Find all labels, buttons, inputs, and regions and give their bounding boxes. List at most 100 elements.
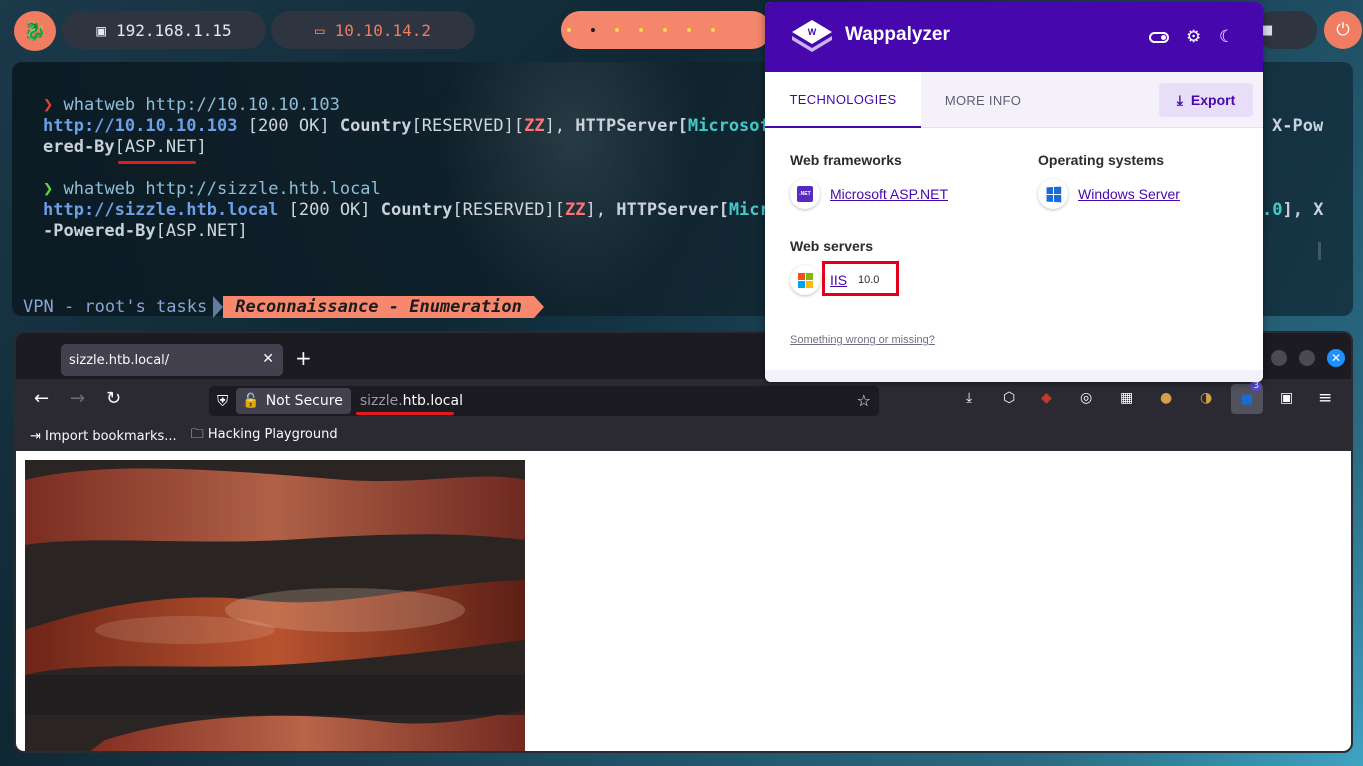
hamburger-menu-icon[interactable]: ≡ (1318, 388, 1332, 408)
wappalyzer-extension-button[interactable]: ■ 3 (1231, 381, 1263, 414)
terminal-line-cmd1: ❯ whatweb http://10.10.10.103 (43, 95, 340, 116)
bookmark-folder-hacking[interactable]: 🗀 Hacking Playground (191, 425, 338, 447)
tab-technologies[interactable]: TECHNOLOGIES (765, 72, 921, 128)
toggle-switch-icon[interactable] (1149, 32, 1169, 43)
minimize-button[interactable] (1271, 350, 1287, 366)
svg-text:W: W (808, 27, 817, 37)
tab-close-icon[interactable]: ✕ (262, 351, 274, 367)
downloads-icon[interactable]: ⤓ (966, 390, 972, 406)
extensions-icon[interactable]: ⬡ (1003, 390, 1015, 406)
wallpaper-figure (442, 62, 702, 316)
export-button[interactable]: ⤓ Export (1159, 83, 1253, 117)
feedback-link[interactable]: Something wrong or missing? (790, 334, 935, 346)
vpn-address-widget: ▭ 10.10.14.2 (271, 11, 475, 49)
close-window-button[interactable]: ✕ (1327, 349, 1345, 367)
output-key: Country (380, 200, 453, 220)
dotnet-logo: .NET (797, 186, 813, 202)
terminal-line-output1-tail: X-Pow (1272, 116, 1323, 137)
url-text[interactable]: sizzle.htb.local (360, 393, 463, 409)
workspace-dot-active[interactable] (591, 28, 595, 32)
forward-arrow-icon[interactable]: → (70, 388, 85, 409)
red-underline (118, 161, 196, 164)
output-status: [200 OK] (237, 116, 340, 136)
url-subdomain: sizzle. (359, 393, 403, 409)
workspace-switcher[interactable] (561, 11, 771, 49)
workspace-dot[interactable] (711, 28, 715, 32)
shield-icon[interactable]: ⛨ (217, 392, 228, 410)
terminal-line-output2: http://sizzle.htb.local [200 OK] Country… (43, 200, 780, 221)
terminal-line-output1: http://10.10.10.103 [200 OK] Country[RES… (43, 116, 780, 137)
output-key: HTTPServer[ (575, 116, 688, 136)
output-highlight: ZZ (565, 200, 586, 220)
output-text: ], (585, 200, 617, 220)
windows-icon: ■ (1240, 391, 1254, 407)
workspace-dot[interactable] (567, 28, 571, 32)
output-value: .0 (1262, 200, 1283, 220)
terminal-line-output2-tail: .0], X (1262, 200, 1323, 221)
browser-window[interactable]: sizzle.htb.local/ ✕ + ✕ ← → ↻ ⛨ 🔓 Not Se… (14, 331, 1353, 753)
output-status: [200 OK] (278, 200, 381, 220)
tab-sizzle[interactable]: sizzle.htb.local/ ✕ (61, 344, 283, 376)
new-tab-button[interactable]: + (295, 346, 312, 370)
wappalyzer-header: W Wappalyzer ⚙ ☾ (765, 2, 1263, 72)
kali-menu-button[interactable]: 🐉 (14, 11, 56, 51)
cookie-editor-icon[interactable]: ◑ (1200, 390, 1212, 406)
status-separator (533, 296, 544, 318)
terminal-cursor (1318, 242, 1321, 260)
output-key: X-Pow (1272, 116, 1324, 136)
wappalyzer-title: Wappalyzer (845, 24, 950, 45)
status-segment-window: Reconnaissance - Enumeration (223, 296, 534, 318)
cookie-icon[interactable]: ● (1160, 390, 1172, 406)
output-url: http://sizzle.htb.local (43, 200, 279, 220)
foxyproxy-icon[interactable]: ◎ (1080, 390, 1092, 406)
gear-icon[interactable]: ⚙ (1186, 27, 1201, 47)
tray-widget: ■ (1255, 11, 1317, 49)
qr-code-icon[interactable]: ▦ (1120, 390, 1133, 406)
output-text: [RESERVED][ (411, 116, 525, 136)
navigation-bar: ← → ↻ ⛨ 🔓 Not Secure sizzle.htb.local ☆ … (16, 379, 1351, 421)
not-secure-indicator[interactable]: 🔓 Not Secure (236, 388, 351, 414)
ublock-icon[interactable]: ◆ (1041, 390, 1052, 406)
profile-icon[interactable]: ▣ (1280, 390, 1293, 406)
output-text: [RESERVED][ (452, 200, 566, 220)
output-key: -Powered-By (43, 221, 156, 241)
maximize-button[interactable] (1299, 350, 1315, 366)
prompt-symbol: ❯ (43, 179, 54, 199)
network-icon: ▣ (96, 20, 107, 40)
power-button[interactable]: ⏻ (1324, 11, 1362, 49)
workspace-dot[interactable] (615, 28, 619, 32)
windows-server-icon (1038, 179, 1068, 209)
workspace-dot[interactable] (639, 28, 643, 32)
tab-more-info[interactable]: MORE INFO (921, 72, 1045, 128)
back-arrow-icon[interactable]: ← (34, 388, 49, 409)
output-key: ered-By (43, 137, 115, 157)
workspace-dot[interactable] (663, 28, 667, 32)
bacon-image (25, 460, 525, 751)
microsoft-logo (797, 272, 813, 288)
terminal-line-cmd2: ❯ whatweb http://sizzle.htb.local (43, 179, 381, 200)
workspace-dot[interactable] (687, 28, 691, 32)
output-highlight: ZZ (524, 116, 545, 136)
output-key: ], X (1282, 200, 1324, 220)
laptop-icon: ▭ (315, 20, 325, 40)
vpn-address-text: 10.10.14.2 (334, 20, 431, 40)
reload-icon[interactable]: ↻ (106, 388, 121, 409)
bookmark-import[interactable]: ⇥ Import bookmarks... (30, 429, 177, 444)
export-label: Export (1190, 92, 1236, 108)
prompt-symbol: ❯ (43, 95, 54, 115)
output-key: Country (339, 116, 412, 136)
url-bar[interactable]: ⛨ 🔓 Not Secure sizzle.htb.local ☆ (209, 386, 879, 416)
page-content (16, 451, 1351, 751)
wappalyzer-tabs: TECHNOLOGIES MORE INFO ⤓ Export (765, 72, 1263, 128)
tech-link-windows-server[interactable]: Windows Server (1078, 186, 1180, 202)
iis-version: 10.0 (858, 274, 880, 286)
moon-icon[interactable]: ☾ (1219, 27, 1234, 47)
tech-link-aspnet[interactable]: Microsoft ASP.NET (830, 186, 948, 202)
bookmark-star-icon[interactable]: ☆ (857, 391, 871, 410)
category-web-servers: Web servers (790, 238, 874, 254)
wappalyzer-logo-icon: W (792, 20, 832, 52)
tech-link-iis[interactable]: IIS (830, 272, 847, 288)
terminal-line-output1b: ered-By[ASP.NET] (43, 137, 207, 158)
kali-dragon-icon: 🐉 (23, 20, 47, 42)
extension-badge: 3 (1250, 381, 1262, 391)
